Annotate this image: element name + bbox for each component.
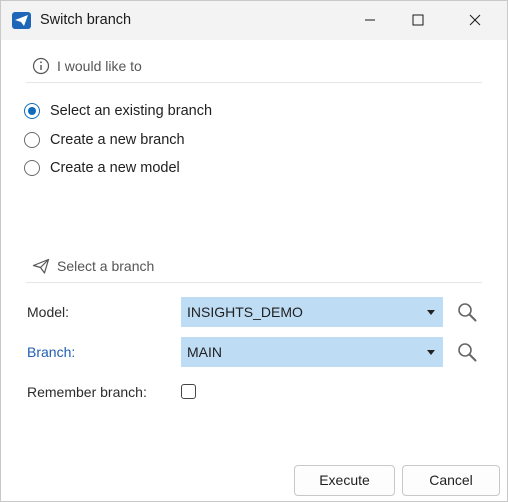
model-value: INSIGHTS_DEMO [187,304,303,320]
option-label: Select an existing branch [50,103,213,119]
radio-selected[interactable] [24,103,40,119]
execute-button[interactable]: Execute [294,465,395,496]
paper-plane-icon [32,257,50,280]
chevron-down-icon [427,350,435,355]
search-icon [458,343,477,362]
section-intent-label: I would like to [57,58,142,74]
close-button[interactable] [452,1,498,40]
radio-unselected[interactable] [24,160,40,176]
cancel-button[interactable]: Cancel [402,465,500,496]
switch-branch-dialog: Switch branch I would like to Select an … [0,0,508,502]
remember-branch-checkbox[interactable] [181,384,196,399]
section-select-label: Select a branch [57,258,155,274]
window-title: Switch branch [40,12,132,28]
maximize-icon [412,14,424,26]
info-icon [32,57,50,80]
maximize-button[interactable] [395,1,441,40]
radio-unselected[interactable] [24,132,40,148]
remember-branch-label: Remember branch: [27,384,147,400]
option-label: Create a new model [50,160,180,176]
chevron-down-icon [427,310,435,315]
close-icon [469,14,481,26]
branch-select[interactable]: MAIN [181,337,443,367]
branch-search-button[interactable] [455,340,479,364]
send-icon [12,12,31,29]
model-search-button[interactable] [455,300,479,324]
branch-value: MAIN [187,344,222,360]
section-intent-header: I would like to [26,57,482,83]
search-icon [458,303,477,322]
model-select[interactable]: INSIGHTS_DEMO [181,297,443,327]
minimize-button[interactable] [347,1,393,40]
section-select-header: Select a branch [26,257,482,283]
option-label: Create a new branch [50,132,185,148]
title-bar: Switch branch [1,1,507,40]
branch-label[interactable]: Branch: [27,344,75,360]
minimize-icon [365,19,375,21]
model-label: Model: [27,304,70,320]
